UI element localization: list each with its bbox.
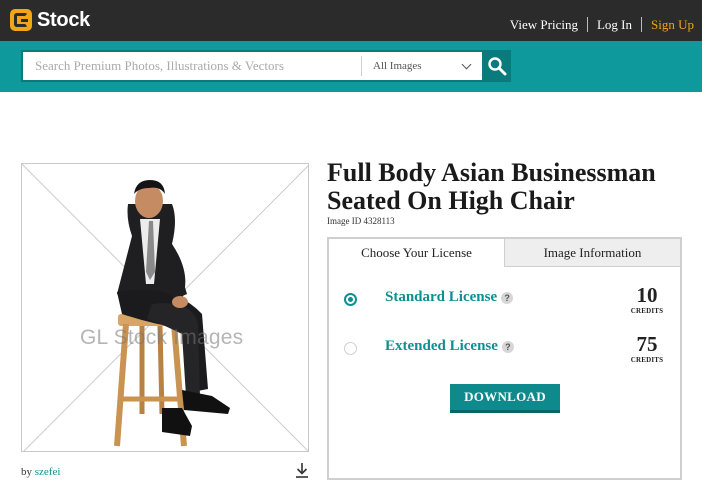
- search-button[interactable]: [482, 50, 511, 82]
- license-tabs: Choose Your License Image Information: [329, 239, 680, 267]
- logo[interactable]: Stock: [10, 8, 90, 32]
- author-link[interactable]: szefei: [35, 466, 61, 478]
- log-in-link[interactable]: Log In: [588, 17, 641, 32]
- logo-text: Stock: [37, 8, 90, 31]
- credits-value: 10: [636, 283, 658, 307]
- image-id-label: Image ID 4328113: [327, 216, 395, 226]
- help-icon[interactable]: ?: [501, 340, 514, 353]
- tab-choose-license[interactable]: Choose Your License: [329, 239, 504, 267]
- standard-license-name: Standard License: [385, 289, 498, 305]
- chevron-down-icon: [461, 59, 472, 69]
- watermark-text: GL Stock Images: [80, 326, 244, 349]
- top-nav: View Pricing Log In Sign Up: [501, 17, 694, 32]
- top-bar: Stock View Pricing Log In Sign Up: [0, 0, 702, 41]
- standard-license-radio[interactable]: [344, 293, 357, 306]
- image-preview[interactable]: GL Stock Images: [21, 163, 309, 452]
- license-option-standard[interactable]: Standard License? 10 CREDITS: [329, 283, 680, 326]
- image-type-select[interactable]: All Images: [362, 52, 482, 80]
- license-panel: Choose Your License Image Information St…: [327, 237, 682, 480]
- logo-mark-icon: [10, 9, 32, 31]
- view-pricing-link[interactable]: View Pricing: [501, 17, 587, 32]
- credits-unit: CREDITS: [630, 307, 664, 315]
- sign-up-link[interactable]: Sign Up: [642, 17, 694, 32]
- credits-unit: CREDITS: [630, 356, 664, 364]
- extended-license-label[interactable]: Extended License?: [385, 338, 514, 355]
- help-icon[interactable]: ?: [501, 291, 514, 304]
- author-byline: by szefei: [21, 466, 60, 478]
- search-box: All Images: [21, 50, 511, 82]
- license-option-extended[interactable]: Extended License? 75 CREDITS: [329, 332, 680, 375]
- image-placeholder: [22, 164, 308, 451]
- standard-license-label[interactable]: Standard License?: [385, 289, 514, 306]
- by-prefix: by: [21, 466, 32, 478]
- extended-license-radio[interactable]: [344, 342, 357, 355]
- extended-license-name: Extended License: [385, 338, 498, 354]
- search-band: All Images: [0, 41, 702, 92]
- credits-value: 75: [636, 332, 658, 356]
- search-icon: [487, 57, 506, 76]
- standard-license-credits: 10 CREDITS: [622, 283, 672, 315]
- image-title: Full Body Asian Businessman Seated On Hi…: [327, 158, 656, 215]
- search-input[interactable]: [23, 52, 361, 80]
- tab-image-information[interactable]: Image Information: [504, 239, 680, 267]
- image-type-select-value: All Images: [373, 60, 422, 72]
- download-icon[interactable]: [295, 462, 309, 478]
- extended-license-credits: 75 CREDITS: [622, 332, 672, 364]
- download-button[interactable]: DOWNLOAD: [450, 384, 560, 413]
